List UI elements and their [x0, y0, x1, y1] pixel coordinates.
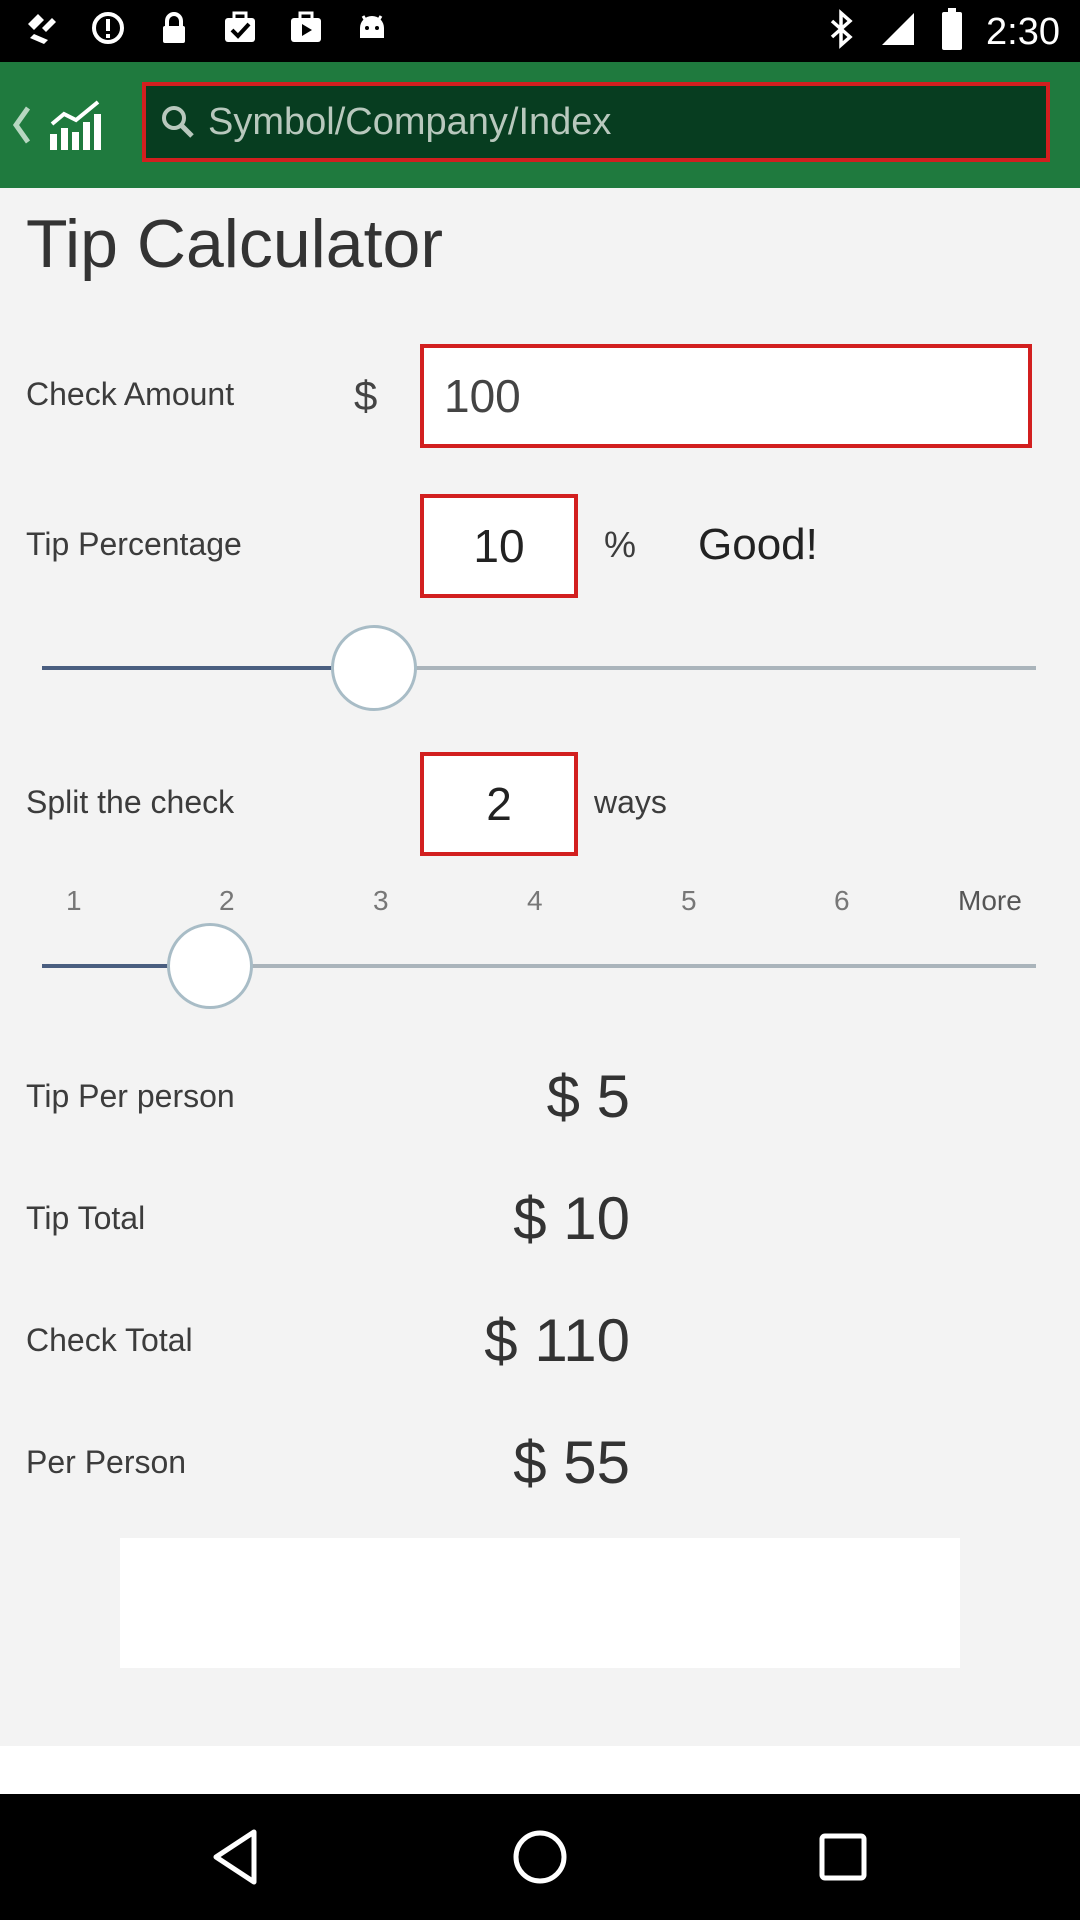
split-tick-5[interactable]: 5: [681, 885, 697, 917]
tip-total-label: Tip Total: [26, 1200, 146, 1236]
search-icon: [162, 106, 194, 138]
back-icon[interactable]: [204, 1824, 270, 1890]
split-tick-6[interactable]: 6: [834, 885, 850, 917]
home-icon[interactable]: [507, 1824, 573, 1890]
split-slider-track: [210, 964, 1036, 968]
tip-percentage-value: 10: [473, 520, 525, 572]
recents-icon[interactable]: [810, 1824, 876, 1890]
android-icon: [354, 10, 390, 46]
bluetooth-icon: [826, 9, 856, 54]
split-tick-4[interactable]: 4: [527, 885, 543, 917]
task-icon: [222, 10, 258, 46]
ad-banner[interactable]: [120, 1538, 960, 1668]
navigation-bar: [0, 1794, 1080, 1920]
back-chevron-icon[interactable]: [10, 98, 32, 152]
check-amount-input[interactable]: 100: [420, 344, 1032, 448]
fake-gps-icon: [24, 10, 60, 46]
tip-slider-thumb[interactable]: [331, 625, 417, 711]
search-field[interactable]: [142, 82, 1050, 162]
split-tick-2[interactable]: 2: [219, 885, 235, 917]
check-total-label: Check Total: [26, 1322, 193, 1358]
status-time: 2:30: [986, 10, 1060, 53]
split-tick-1[interactable]: 1: [66, 885, 82, 917]
tip-percentage-label: Tip Percentage: [26, 526, 242, 562]
percent-sign: %: [604, 524, 637, 565]
tip-per-person-label: Tip Per person: [26, 1078, 235, 1114]
check-total-value: $ 110: [484, 1307, 630, 1374]
check-amount-currency: $: [354, 372, 378, 419]
bottom-strip: [0, 1746, 1080, 1794]
play-store-icon: [288, 10, 324, 46]
check-amount-label: Check Amount: [26, 376, 235, 412]
split-tick-3[interactable]: 3: [373, 885, 389, 917]
split-input[interactable]: 2: [420, 752, 578, 856]
stock-chart-logo-icon[interactable]: [48, 100, 102, 152]
split-tick-more[interactable]: More: [958, 885, 1022, 917]
alert-icon: [90, 10, 126, 46]
tip-slider-fill: [42, 666, 376, 670]
search-input[interactable]: [206, 99, 1030, 145]
tip-per-person-value: $ 5: [546, 1063, 630, 1130]
split-label: Split the check: [26, 784, 235, 820]
app-bar: [0, 62, 1080, 188]
battery-icon: [940, 8, 964, 55]
check-amount-value: 100: [444, 370, 521, 422]
tip-percentage-input[interactable]: 10: [420, 494, 578, 598]
tip-total-value: $ 10: [513, 1185, 630, 1252]
per-person-label: Per Person: [26, 1444, 187, 1480]
split-value: 2: [486, 778, 512, 830]
split-slider-thumb[interactable]: [167, 923, 253, 1009]
status-bar: 2:30: [0, 0, 1080, 62]
signal-icon: [878, 9, 918, 54]
lock-icon: [156, 10, 192, 46]
tip-rating: Good!: [698, 520, 818, 569]
split-unit: ways: [594, 784, 667, 820]
per-person-value: $ 55: [513, 1429, 630, 1496]
page-title: Tip Calculator: [26, 206, 443, 282]
tip-slider-track: [376, 666, 1036, 670]
